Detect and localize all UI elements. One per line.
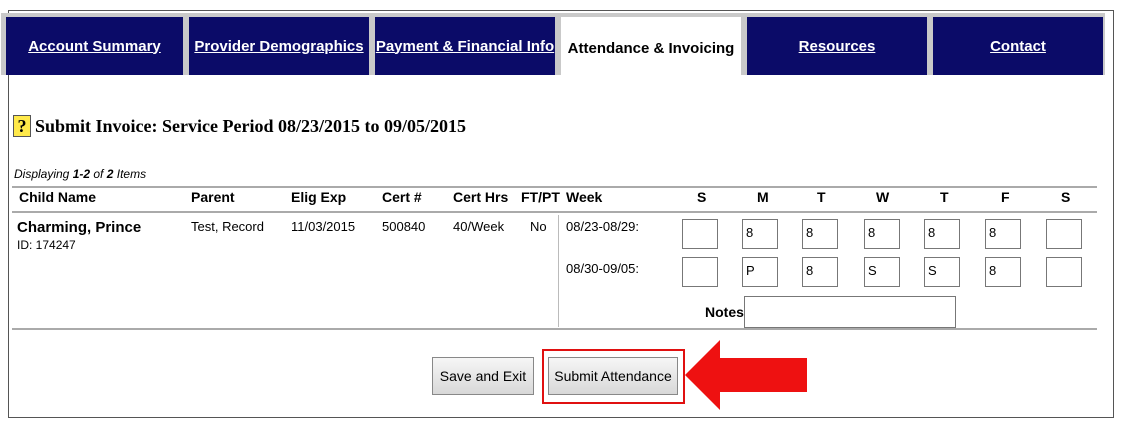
- notes-label: Notes:: [705, 304, 749, 320]
- col-day-fri: F: [1001, 189, 1010, 205]
- col-day-wed: W: [876, 189, 890, 205]
- col-day-thu: T: [940, 189, 949, 205]
- col-day-mon: M: [757, 189, 769, 205]
- cert-num-value: 500840: [382, 219, 426, 234]
- week1-wed-input[interactable]: 8: [864, 219, 900, 249]
- week-divider: [558, 215, 559, 327]
- col-week: Week: [566, 189, 603, 205]
- page-header: ? Submit Invoice: Service Period 08/23/2…: [13, 115, 466, 137]
- elig-exp-value: 11/03/2015: [291, 219, 356, 234]
- week2-mon-input[interactable]: P: [742, 257, 778, 287]
- week-2-label: 08/30-09/05:: [566, 261, 640, 276]
- child-name: Charming, Prince: [17, 219, 142, 236]
- help-icon[interactable]: ?: [13, 115, 31, 137]
- week2-sat-input[interactable]: [1046, 257, 1082, 287]
- tab-account-summary[interactable]: Account Summary: [6, 17, 183, 75]
- col-day-sat: S: [1061, 189, 1071, 205]
- week1-sun-input[interactable]: [682, 219, 718, 249]
- save-and-exit-button[interactable]: Save and Exit: [432, 357, 534, 395]
- week2-thu-input[interactable]: S: [924, 257, 960, 287]
- week2-fri-input[interactable]: 8: [985, 257, 1021, 287]
- tab-attendance-invoicing[interactable]: Attendance & Invoicing: [561, 17, 741, 79]
- tab-resources[interactable]: Resources: [747, 17, 927, 75]
- tab-contact[interactable]: Contact: [933, 17, 1103, 75]
- tab-bar: Account Summary Provider Demographics Pa…: [1, 13, 1105, 79]
- week2-sun-input[interactable]: [682, 257, 718, 287]
- tab-payment-financial-info[interactable]: Payment & Financial Info: [375, 17, 555, 75]
- col-cert-num: Cert #: [382, 189, 422, 205]
- week1-mon-input[interactable]: 8: [742, 219, 778, 249]
- red-arrow-icon: [685, 340, 807, 410]
- page-title: Submit Invoice: Service Period 08/23/201…: [35, 115, 466, 136]
- ftpt-value: No: [530, 219, 547, 234]
- parent-name: Test, Record: [191, 219, 264, 234]
- col-ftpt: FT/PT: [521, 189, 560, 205]
- col-elig-exp: Elig Exp: [291, 189, 347, 205]
- paging-info: Displaying 1-2 of 2 Items: [14, 167, 147, 181]
- col-child-name: Child Name: [19, 189, 97, 205]
- week1-thu-input[interactable]: 8: [924, 219, 960, 249]
- week2-wed-input[interactable]: S: [864, 257, 900, 287]
- child-id: ID: 174247: [17, 238, 76, 252]
- submit-highlight-box: [542, 349, 685, 404]
- col-day-tue: T: [817, 189, 826, 205]
- week2-tue-input[interactable]: 8: [802, 257, 838, 287]
- notes-input[interactable]: [744, 296, 956, 328]
- col-cert-hrs: Cert Hrs: [453, 189, 509, 205]
- week-1-label: 08/23-08/29:: [566, 219, 640, 234]
- col-day-sun: S: [697, 189, 707, 205]
- week1-sat-input[interactable]: [1046, 219, 1082, 249]
- col-parent: Parent: [191, 189, 235, 205]
- week1-fri-input[interactable]: 8: [985, 219, 1021, 249]
- table-bottom-border: [12, 328, 1097, 330]
- cert-hrs-value: 40/Week: [453, 219, 505, 234]
- week1-tue-input[interactable]: 8: [802, 219, 838, 249]
- table-top-border: [12, 186, 1097, 188]
- tab-provider-demographics[interactable]: Provider Demographics: [189, 17, 369, 75]
- table-header-border: [12, 211, 1097, 213]
